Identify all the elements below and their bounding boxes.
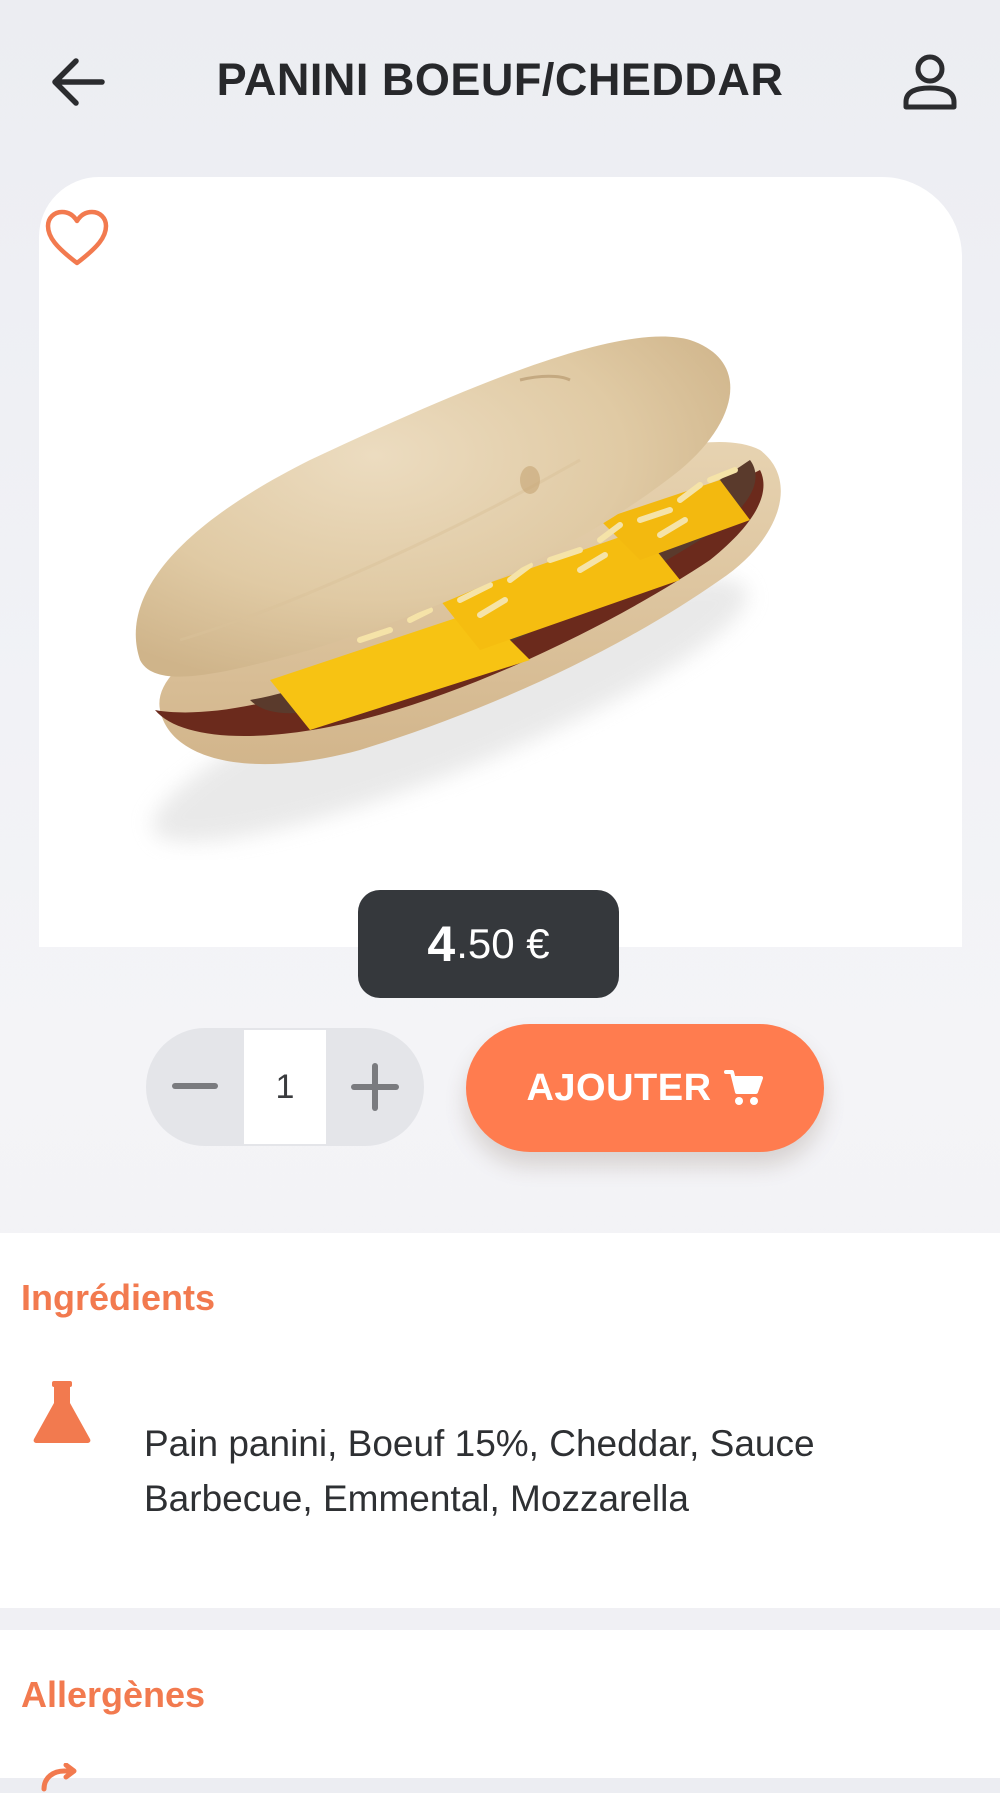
add-to-cart-button[interactable]: AJOUTER xyxy=(466,1024,824,1152)
flask-icon xyxy=(33,1381,91,1443)
ingredients-text: Pain panini, Boeuf 15%, Cheddar, Sauce B… xyxy=(144,1423,815,1519)
increase-quantity-button[interactable] xyxy=(326,1028,424,1146)
ingredients-title: Ingrédients xyxy=(21,1277,216,1318)
minus-icon xyxy=(172,1083,218,1089)
page-title: PANINI BOEUF/CHEDDAR xyxy=(216,54,784,105)
arrow-left-icon xyxy=(52,58,105,106)
plus-icon xyxy=(351,1063,399,1111)
product-image xyxy=(135,336,781,843)
ingredients-section: Ingrédients Pain panini, Boeuf 15%, Ched… xyxy=(0,1233,1000,1608)
allergen-icon xyxy=(41,1763,77,1792)
cart-icon xyxy=(723,1068,764,1108)
quantity-value[interactable]: 1 xyxy=(244,1030,326,1144)
add-button-label: AJOUTER xyxy=(526,1066,712,1109)
profile-button[interactable] xyxy=(890,42,970,122)
decrease-quantity-button[interactable] xyxy=(146,1028,244,1146)
user-icon xyxy=(903,54,957,110)
allergens-section: Allergènes xyxy=(0,1630,1000,1792)
price-decimal: .50 € xyxy=(456,920,550,967)
price-badge: 4.50 € xyxy=(358,890,619,998)
favorite-button[interactable] xyxy=(40,205,114,271)
price-integer: 4 xyxy=(427,916,456,972)
heart-outline-icon xyxy=(45,209,109,266)
quantity-stepper: 1 xyxy=(146,1028,424,1146)
back-button[interactable] xyxy=(40,50,114,114)
allergens-title: Allergènes xyxy=(21,1674,206,1715)
app-header: PANINI BOEUF/CHEDDAR xyxy=(0,0,1000,160)
